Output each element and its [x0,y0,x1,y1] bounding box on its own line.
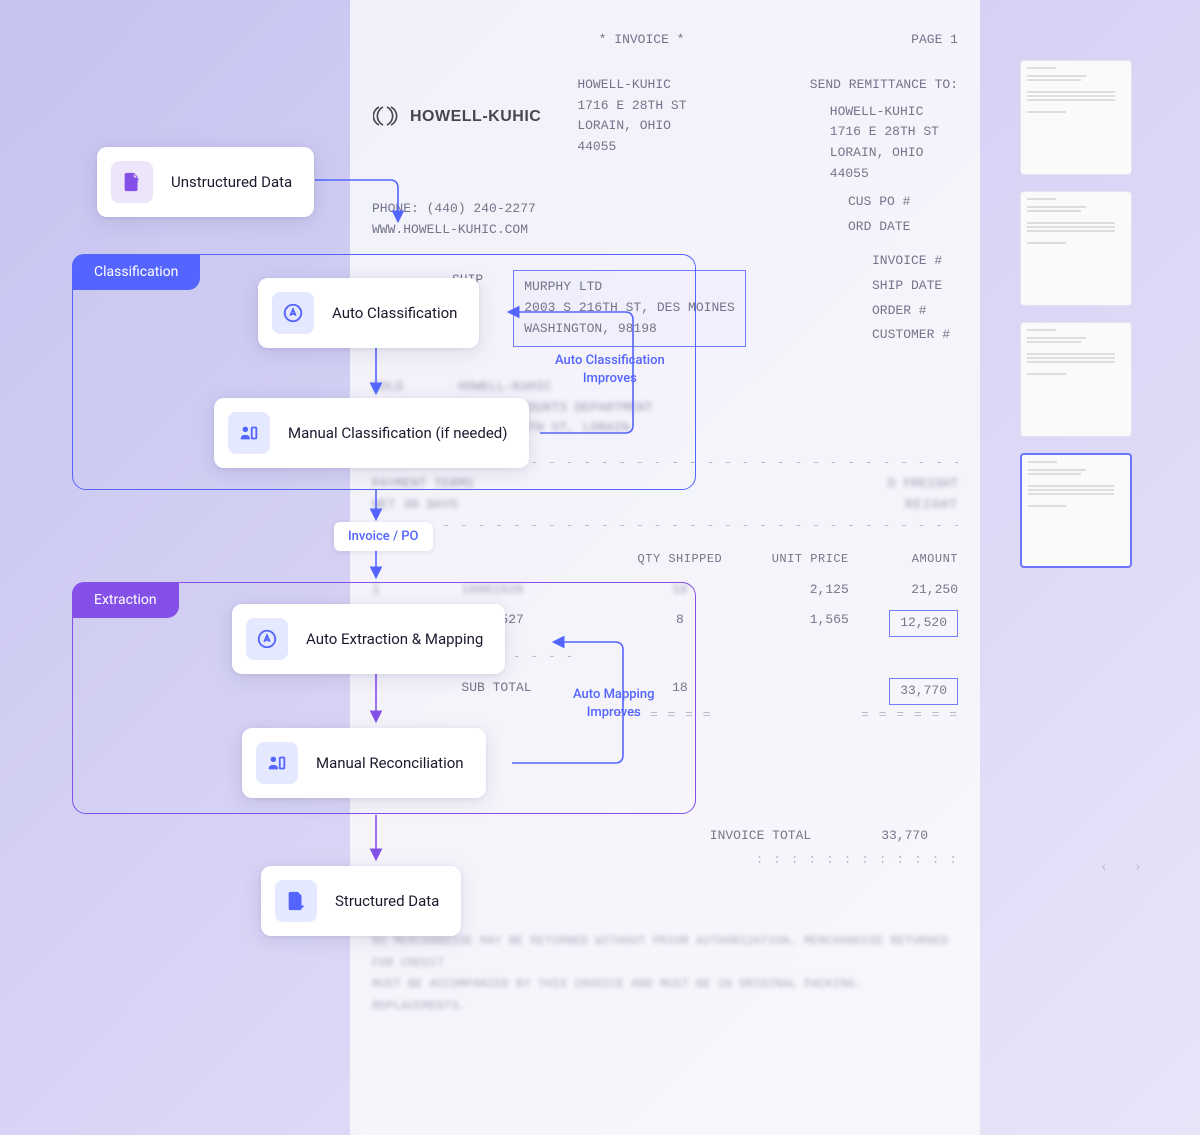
thumbnail-3[interactable] [1020,322,1132,437]
thumb-next-icon[interactable]: › [1136,859,1140,875]
col-amount: AMOUNT [849,550,958,569]
remit-label: SEND REMITTANCE TO: [810,75,958,96]
thumb-prev-icon[interactable]: ‹ [1102,859,1106,875]
extraction-feedback-label: Auto Mapping Improves [573,686,654,722]
remit-address: HOWELL-KUHIC 1716 E 28TH ST LORAIN, OHIO… [810,102,958,185]
manual-reconciliation-card: Manual Reconciliation [242,728,486,798]
classification-feedback-label: Auto Classification Improves [555,352,665,388]
document-check-icon [275,880,317,922]
invoice-total-amount: 33,770 [881,826,928,847]
invoice-page: PAGE 1 [911,30,958,51]
structured-data-label: Structured Data [335,892,439,910]
auto-extraction-label: Auto Extraction & Mapping [306,630,483,648]
manual-reconciliation-label: Manual Reconciliation [316,754,464,772]
extraction-tag: Extraction [72,582,179,618]
classification-tag: Classification [72,254,200,290]
auto-classification-card: Auto Classification [258,278,479,348]
auto-icon [272,292,314,334]
manual-classification-card: Manual Classification (if needed) [214,398,529,468]
unstructured-data-label: Unstructured Data [171,173,292,191]
document-alert-icon [111,161,153,203]
structured-data-card: Structured Data [261,866,461,936]
workflow-diagram: Unstructured Data Classification Auto Cl… [0,0,780,1000]
doc-type-pill: Invoice / PO [334,522,433,551]
thumbnail-1[interactable] [1020,60,1132,175]
subtotal-amount: 33,770 [889,678,958,705]
thumbnail-sidebar [1020,60,1140,568]
invoice-right-fields: CUS PO # ORD DATE INVOICE # SHIP DATE OR… [848,190,950,348]
manual-classification-label: Manual Classification (if needed) [288,424,507,442]
auto-icon [246,618,288,660]
manual-icon [256,742,298,784]
auto-classification-label: Auto Classification [332,304,457,322]
thumbnail-2[interactable] [1020,191,1132,306]
manual-icon [228,412,270,454]
thumbnail-4[interactable] [1020,453,1132,568]
unstructured-data-card: Unstructured Data [97,147,314,217]
auto-extraction-card: Auto Extraction & Mapping [232,604,505,674]
